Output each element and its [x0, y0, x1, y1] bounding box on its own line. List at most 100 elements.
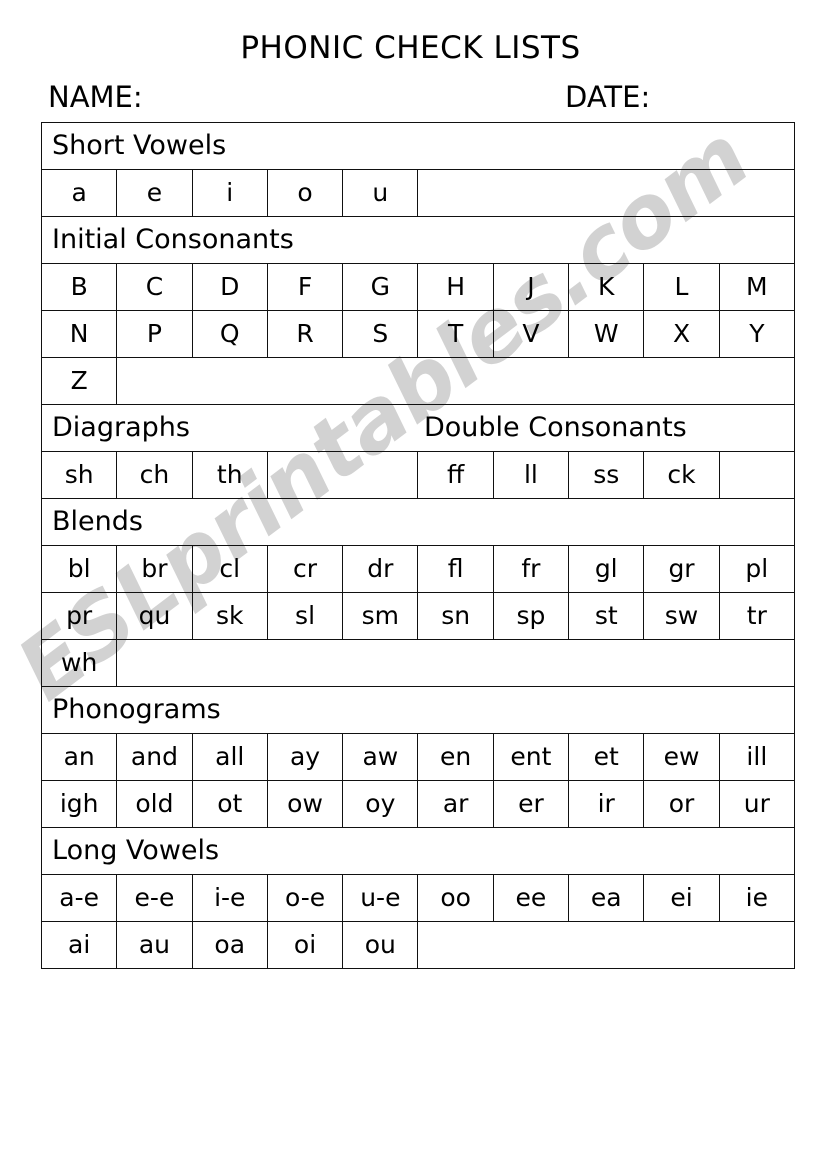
blank-cell [417, 921, 796, 969]
phonics-cell-bl[interactable]: bl [40, 545, 118, 593]
phonics-cell-an[interactable]: an [40, 733, 118, 781]
phonics-cell-ei[interactable]: ei [643, 874, 720, 922]
section-heading-row-short-vowels: Short Vowels [40, 122, 796, 170]
phonics-cell-e[interactable]: e [116, 169, 193, 217]
phonics-cell-oy[interactable]: oy [342, 780, 419, 828]
phonics-cell-u[interactable]: u [342, 169, 419, 217]
phonics-cell-b[interactable]: B [40, 263, 118, 311]
phonics-cell-h[interactable]: H [417, 263, 494, 311]
phonics-cell-y[interactable]: Y [718, 310, 796, 358]
phonics-cell-ss[interactable]: ss [568, 451, 645, 499]
phonics-cell-ou[interactable]: ou [342, 921, 419, 969]
phonics-cell-g[interactable]: G [342, 263, 419, 311]
blank-cell [116, 639, 796, 687]
phonics-cell-k[interactable]: K [568, 263, 645, 311]
phonics-cell-ar[interactable]: ar [417, 780, 494, 828]
phonics-cell-r[interactable]: R [266, 310, 344, 358]
phonics-cell-i[interactable]: i [191, 169, 268, 217]
phonics-cell-sk[interactable]: sk [191, 592, 268, 640]
phonics-cell-z[interactable]: Z [40, 357, 118, 405]
phonics-cell-n[interactable]: N [40, 310, 118, 358]
phonics-cell-oa[interactable]: oa [191, 921, 268, 969]
phonics-cell-tr[interactable]: tr [718, 592, 796, 640]
phonics-cell-er[interactable]: er [492, 780, 570, 828]
phonics-cell-ir[interactable]: ir [568, 780, 645, 828]
phonics-cell-x[interactable]: X [643, 310, 720, 358]
phonics-cell-ll[interactable]: ll [492, 451, 570, 499]
phonics-cell-e-e[interactable]: e-e [116, 874, 193, 922]
phonics-cell-ent[interactable]: ent [492, 733, 570, 781]
phonics-cell-ur[interactable]: ur [718, 780, 796, 828]
phonics-cell-sw[interactable]: sw [643, 592, 720, 640]
phonics-cell-m[interactable]: M [718, 263, 796, 311]
phonics-cell-oi[interactable]: oi [266, 921, 344, 969]
phonics-cell-st[interactable]: st [568, 592, 645, 640]
phonics-cell-th[interactable]: th [191, 451, 268, 499]
phonics-cell-ee[interactable]: ee [492, 874, 570, 922]
phonics-cell-s[interactable]: S [342, 310, 419, 358]
phonics-cell-ew[interactable]: ew [643, 733, 720, 781]
phonics-cell-and[interactable]: and [116, 733, 193, 781]
item-row: ai au oa oi ou [40, 921, 796, 969]
phonics-cell-i-e[interactable]: i-e [191, 874, 268, 922]
phonics-cell-qu[interactable]: qu [116, 592, 193, 640]
section-heading-long-vowels: Long Vowels [40, 827, 796, 875]
phonics-cell-au[interactable]: au [116, 921, 193, 969]
phonics-cell-ill[interactable]: ill [718, 733, 796, 781]
phonics-cell-gl[interactable]: gl [568, 545, 645, 593]
phonics-cell-sm[interactable]: sm [342, 592, 419, 640]
phonics-cell-old[interactable]: old [116, 780, 193, 828]
section-heading-row-diagraphs: Diagraphs Double Consonants [40, 404, 796, 452]
phonics-cell-p[interactable]: P [116, 310, 193, 358]
phonics-cell-cr[interactable]: cr [266, 545, 344, 593]
phonics-cell-ow[interactable]: ow [266, 780, 344, 828]
phonics-cell-aw[interactable]: aw [342, 733, 419, 781]
section-heading-initial-consonants: Initial Consonants [40, 216, 796, 264]
phonics-cell-q[interactable]: Q [191, 310, 268, 358]
phonics-cell-ea[interactable]: ea [568, 874, 645, 922]
phonics-cell-ai[interactable]: ai [40, 921, 118, 969]
phonics-cell-oo[interactable]: oo [417, 874, 494, 922]
item-row: sh ch th ff ll ss ck [40, 451, 796, 499]
phonics-cell-sp[interactable]: sp [492, 592, 570, 640]
phonics-cell-v[interactable]: V [492, 310, 570, 358]
phonics-cell-all[interactable]: all [191, 733, 268, 781]
phonics-cell-j[interactable]: J [492, 263, 570, 311]
phonics-cell-sn[interactable]: sn [417, 592, 494, 640]
phonics-cell-w[interactable]: W [568, 310, 645, 358]
phonics-cell-ff[interactable]: ff [417, 451, 494, 499]
phonics-cell-ch[interactable]: ch [116, 451, 193, 499]
phonics-cell-ay[interactable]: ay [266, 733, 344, 781]
phonics-cell-f[interactable]: F [266, 263, 344, 311]
phonics-cell-o-e[interactable]: o-e [266, 874, 344, 922]
phonics-cell-fl[interactable]: fl [417, 545, 494, 593]
phonics-cell-pr[interactable]: pr [40, 592, 118, 640]
phonics-cell-d[interactable]: D [191, 263, 268, 311]
blank-cell [417, 169, 796, 217]
phonics-cell-gr[interactable]: gr [643, 545, 720, 593]
phonics-cell-cl[interactable]: cl [191, 545, 268, 593]
phonics-cell-ie[interactable]: ie [718, 874, 796, 922]
phonics-cell-t[interactable]: T [417, 310, 494, 358]
phonics-cell-wh[interactable]: wh [40, 639, 118, 687]
phonics-cell-o[interactable]: o [266, 169, 344, 217]
phonics-cell-igh[interactable]: igh [40, 780, 118, 828]
phonics-cell-c[interactable]: C [116, 263, 193, 311]
phonics-cell-pl[interactable]: pl [718, 545, 796, 593]
phonics-cell-a[interactable]: a [40, 169, 118, 217]
phonics-cell-dr[interactable]: dr [342, 545, 419, 593]
item-row: igh old ot ow oy ar er ir or ur [40, 780, 796, 828]
phonics-cell-l[interactable]: L [643, 263, 720, 311]
phonics-cell-ck[interactable]: ck [643, 451, 720, 499]
phonics-cell-u-e[interactable]: u-e [342, 874, 419, 922]
phonics-cell-en[interactable]: en [417, 733, 494, 781]
phonics-cell-fr[interactable]: fr [492, 545, 570, 593]
phonics-cell-sh[interactable]: sh [40, 451, 118, 499]
phonics-cell-br[interactable]: br [116, 545, 193, 593]
phonics-cell-ot[interactable]: ot [191, 780, 268, 828]
phonics-table-body: Short Vowels a e i o u Initial Consonants B C D F G… [40, 122, 796, 969]
phonics-cell-et[interactable]: et [568, 733, 645, 781]
phonics-cell-sl[interactable]: sl [266, 592, 344, 640]
phonics-cell-a-e[interactable]: a-e [40, 874, 118, 922]
phonics-cell-or[interactable]: or [643, 780, 720, 828]
